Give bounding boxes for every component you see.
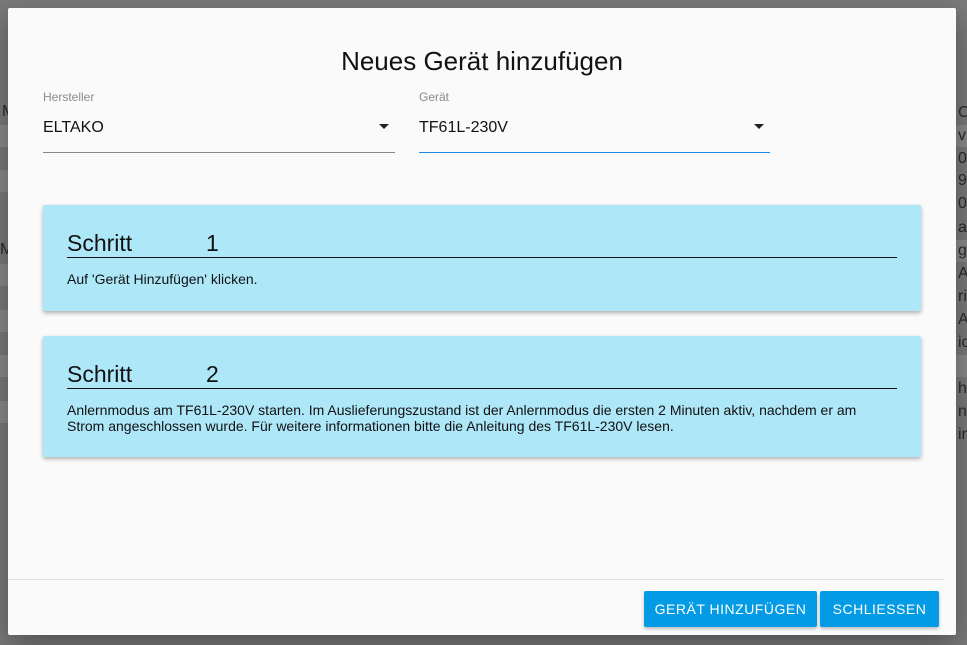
background-text: v xyxy=(958,127,966,144)
add-device-button[interactable]: Gerät hinzufügen xyxy=(644,591,817,627)
background-text: C xyxy=(958,104,967,121)
background-text: A xyxy=(958,311,967,328)
device-label: Gerät xyxy=(419,90,450,104)
background-text: io xyxy=(958,334,967,351)
background-text: in xyxy=(958,426,967,443)
dropdown-caret-icon[interactable] xyxy=(754,124,764,129)
step-description: Anlernmodus am TF61L-230V starten. Im Au… xyxy=(67,402,857,434)
background-text: A xyxy=(958,265,967,282)
background-row xyxy=(0,264,8,286)
step-number: 2 xyxy=(206,361,219,387)
footer-divider xyxy=(8,579,945,580)
device-select[interactable]: Gerät TF61L-230V xyxy=(419,90,770,153)
step-card-1: Schritt 1 Auf 'Gerät Hinzufügen' klicken… xyxy=(43,205,921,311)
background-text: he xyxy=(958,380,967,397)
close-button[interactable]: Schliessen xyxy=(820,591,939,627)
device-value: TF61L-230V xyxy=(419,119,508,136)
background-row xyxy=(956,355,967,377)
background-text: 0 xyxy=(958,150,967,167)
background-text: an xyxy=(958,219,967,236)
step-number: 1 xyxy=(206,230,219,256)
background-row xyxy=(0,401,8,423)
background-text: rit xyxy=(958,288,967,305)
background-row xyxy=(0,355,8,377)
add-device-dialog: Neues Gerät hinzufügen Hersteller ELTAKO… xyxy=(8,8,956,635)
step-header: Schritt 2 xyxy=(67,360,897,389)
background-row xyxy=(0,170,8,192)
step-word: Schritt xyxy=(67,230,133,256)
manufacturer-label: Hersteller xyxy=(43,90,95,104)
background-text: 0 xyxy=(958,195,967,212)
background-row xyxy=(0,125,8,147)
dialog-title: Neues Gerät hinzufügen xyxy=(341,46,623,76)
step-card-2: Schritt 2 Anlernmodus am TF61L-230V star… xyxy=(43,336,921,457)
step-word: Schritt xyxy=(67,361,133,387)
background-text: 9V xyxy=(958,172,967,189)
step-header: Schritt 1 xyxy=(67,229,897,258)
background-text: nt xyxy=(958,403,967,420)
background-row xyxy=(0,310,8,332)
background-text: g xyxy=(958,242,967,259)
manufacturer-select[interactable]: Hersteller ELTAKO xyxy=(43,90,395,153)
step-description: Auf 'Gerät Hinzufügen' klicken. xyxy=(67,271,258,287)
manufacturer-value: ELTAKO xyxy=(43,119,104,136)
dropdown-caret-icon[interactable] xyxy=(379,124,389,129)
